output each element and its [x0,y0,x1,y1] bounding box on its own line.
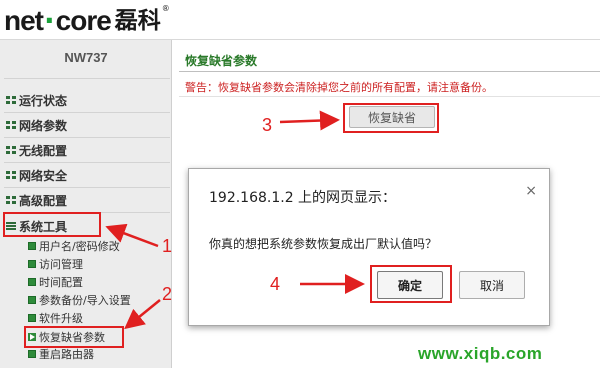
highlight-box-restore-button [343,103,439,133]
bullet-icon [28,314,36,322]
logo-text-core: core [55,5,112,36]
grid-icon [6,95,16,105]
submenu-item-label: 软件升级 [39,312,83,325]
submenu-item-time[interactable]: 时间配置 [28,274,83,290]
sidebar-item-status[interactable]: 运行状态 [6,90,166,110]
dialog-message: 你真的想把系统参数恢复成出厂默认值吗？ [209,237,438,251]
step-number-1: 1 [162,236,173,256]
grid-icon [6,195,16,205]
title-divider [179,71,600,72]
submenu-item-label: 用户名/密码修改 [39,240,120,253]
bullet-icon [28,296,36,304]
bullet-icon [28,350,36,358]
watermark: www.xiqb.com [418,344,543,363]
warning-text: 警告：恢复缺省参数会清除掉您之前的所有配置，请注意备份。 [185,81,493,94]
bullet-icon [28,278,36,286]
step-number-3: 3 [262,115,273,135]
bullet-icon [28,242,36,250]
sidebar-item-label: 网络参数 [19,118,68,133]
sidebar-item-label: 高级配置 [19,193,68,208]
sidebar-item-network[interactable]: 网络参数 [6,115,166,135]
cancel-button[interactable]: 取消 [459,271,525,299]
page-title: 恢复缺省参数 [185,54,258,68]
sidebar-divider [4,78,170,79]
dialog-title: 192.168.1.2 上的网页显示： [209,190,397,206]
highlight-box-restore-menu [24,326,124,348]
sidebar-item-advanced[interactable]: 高级配置 [6,190,166,210]
sidebar: NW737 运行状态 网络参数 无线配置 网络安全 高级配置 系统工具 用户名/… [0,40,172,368]
registered-mark: ® [161,4,170,13]
warning-divider [179,96,600,97]
submenu-item-backup[interactable]: 参数备份/导入设置 [28,292,131,308]
bullet-icon [28,260,36,268]
submenu-item-label: 重启路由器 [39,348,94,361]
sidebar-divider [4,112,170,113]
submenu-item-reboot[interactable]: 重启路由器 [28,346,94,362]
step-number-2: 2 [162,284,173,304]
sidebar-item-label: 网络安全 [19,168,68,183]
sidebar-item-label: 运行状态 [19,93,68,108]
sidebar-divider [4,137,170,138]
model-name: NW737 [64,50,108,65]
submenu-item-label: 访问管理 [39,258,83,271]
step-number-4: 4 [270,274,281,294]
sidebar-item-wireless[interactable]: 无线配置 [6,140,166,160]
sidebar-divider [4,162,170,163]
logo-text-cn: 磊科 [114,8,161,34]
sidebar-divider [4,187,170,188]
sidebar-item-security[interactable]: 网络安全 [6,165,166,185]
logo-text-net: net [4,5,44,36]
submenu-item-upgrade[interactable]: 软件升级 [28,310,83,326]
router-admin-page: net · core 磊科 ® NW737 运行状态 网络参数 无线配置 网络安… [0,0,600,368]
submenu-item-label: 参数备份/导入设置 [39,294,131,307]
sidebar-item-label: 无线配置 [19,143,68,158]
highlight-box-system-tools [3,212,101,237]
netcore-logo: net · core 磊科 ® [4,2,170,36]
submenu-item-password[interactable]: 用户名/密码修改 [28,238,120,254]
submenu-item-access[interactable]: 访问管理 [28,256,83,272]
submenu-item-label: 时间配置 [39,276,83,289]
grid-icon [6,170,16,180]
highlight-box-ok-button [370,265,452,303]
logo-dot: · [44,4,55,37]
grid-icon [6,120,16,130]
header: net · core 磊科 ® [0,0,600,40]
close-icon[interactable]: × [525,183,537,199]
confirm-dialog: 192.168.1.2 上的网页显示： × 你真的想把系统参数恢复成出厂默认值吗… [188,168,550,326]
grid-icon [6,145,16,155]
